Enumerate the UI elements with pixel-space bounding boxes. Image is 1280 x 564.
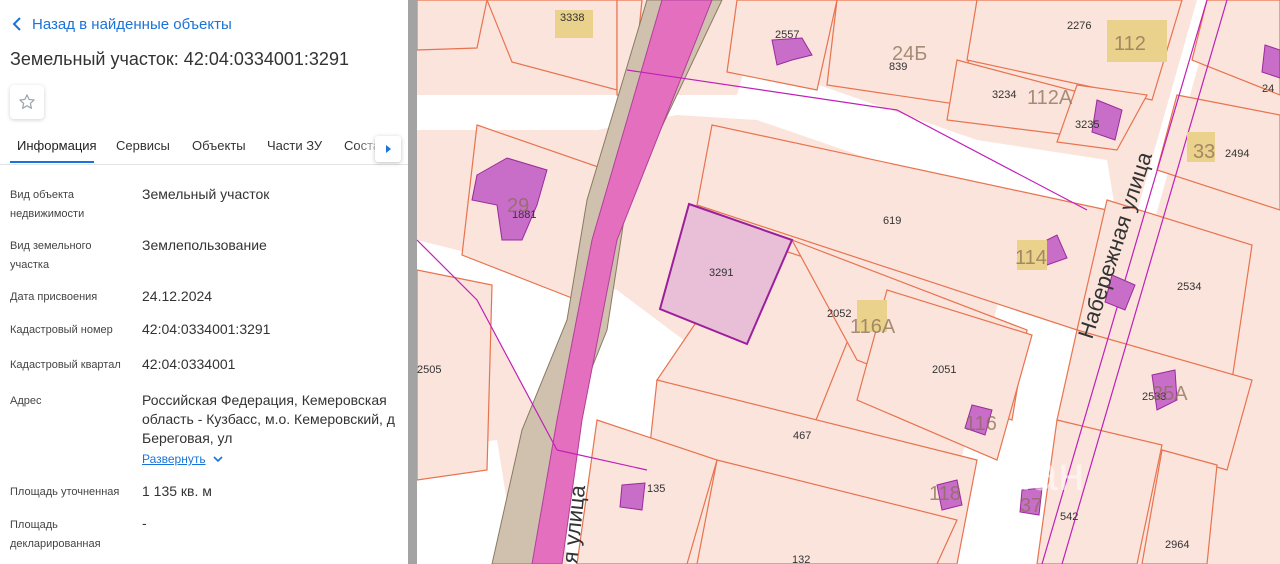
cadastral-map[interactable]: Набережная улица я улица циан 3338 2557 … bbox=[417, 0, 1280, 564]
house-number: 114 bbox=[1015, 247, 1047, 269]
land-type-label: Вид земельного участка bbox=[10, 240, 92, 271]
house-number: 24Б bbox=[892, 43, 927, 65]
tab-objects[interactable]: Объекты bbox=[192, 138, 246, 153]
parcel-label: 619 bbox=[883, 215, 901, 227]
address-label: Адрес bbox=[10, 395, 42, 407]
cad-number-label: Кадастровый номер bbox=[10, 324, 113, 336]
parcel-label: 3234 bbox=[992, 89, 1016, 101]
house-number: 29 bbox=[507, 195, 529, 217]
tab-info[interactable]: Информация bbox=[17, 138, 97, 153]
area-specified-label: Площадь уточненная bbox=[10, 486, 120, 498]
active-tab-indicator bbox=[10, 161, 94, 163]
parcel-label: 132 bbox=[792, 554, 810, 564]
tab-services[interactable]: Сервисы bbox=[116, 138, 170, 153]
parcel-label: 2505 bbox=[417, 364, 441, 376]
address-value: Российская Федерация, Кемеровская област… bbox=[142, 392, 395, 446]
house-number: 116А bbox=[850, 316, 896, 338]
object-type-value: Земельный участок bbox=[142, 186, 270, 202]
parcel-label: 2494 bbox=[1225, 148, 1249, 160]
parcel-label: 2276 bbox=[1067, 20, 1091, 32]
area-specified-value: 1 135 кв. м bbox=[142, 483, 212, 499]
date-value: 24.12.2024 bbox=[142, 288, 213, 304]
parcel-label: 2964 bbox=[1165, 539, 1189, 551]
object-type-label: Вид объекта недвижимости bbox=[10, 189, 85, 220]
house-number: 116 bbox=[965, 413, 997, 435]
chevron-left-icon bbox=[12, 17, 21, 31]
watermark: циан bbox=[977, 448, 1085, 501]
parcel-label: 24 bbox=[1262, 83, 1274, 95]
house-number: 37 bbox=[1020, 495, 1042, 517]
house-number: 118 bbox=[929, 483, 961, 505]
house-number: 112 bbox=[1114, 33, 1146, 55]
parcel-label: 3291 bbox=[709, 267, 733, 279]
favorite-button[interactable] bbox=[10, 85, 44, 119]
parcel-label: 467 bbox=[793, 430, 811, 442]
house-number: 112А bbox=[1027, 87, 1073, 109]
parcel-label: 542 bbox=[1060, 511, 1078, 523]
tab-bar: Информация Сервисы Объекты Части ЗУ Сост… bbox=[0, 132, 408, 165]
star-icon bbox=[19, 94, 35, 109]
page-title: Земельный участок: 42:04:0334001:3291 bbox=[10, 49, 349, 69]
tabs-scroll-right-button[interactable] bbox=[375, 136, 401, 162]
tab-parts[interactable]: Части ЗУ bbox=[267, 138, 322, 153]
area-declared-label: Площадь декларированная bbox=[10, 519, 101, 550]
expand-label: Развернуть bbox=[142, 452, 206, 466]
parcel-label: 2557 bbox=[775, 29, 799, 41]
back-link-label: Назад в найденные объекты bbox=[32, 15, 232, 33]
map-canvas[interactable]: Набережная улица я улица циан 3338 2557 … bbox=[417, 0, 1280, 564]
cad-number-value: 42:04:0334001:3291 bbox=[142, 321, 271, 337]
cad-quarter-value: 42:04:0334001 bbox=[142, 356, 236, 372]
caret-right-icon bbox=[386, 145, 391, 153]
area-declared-value: - bbox=[142, 515, 147, 531]
expand-address-link[interactable]: Развернуть bbox=[142, 452, 224, 466]
parcel-label: 3338 bbox=[560, 12, 584, 24]
parcel-label: 2052 bbox=[827, 308, 851, 320]
parcel-label: 2534 bbox=[1177, 281, 1201, 293]
back-link[interactable]: Назад в найденные объекты bbox=[12, 14, 232, 34]
panel-resize-handle[interactable] bbox=[408, 0, 417, 564]
cad-quarter-label: Кадастровый квартал bbox=[10, 359, 121, 371]
land-type-value: Землепользование bbox=[142, 237, 267, 253]
date-label: Дата присвоения bbox=[10, 291, 98, 303]
house-number: 33 bbox=[1193, 141, 1215, 163]
chevron-down-icon bbox=[213, 456, 223, 463]
parcel-label: 135 bbox=[647, 483, 665, 495]
parcel-label: 3235 bbox=[1075, 119, 1099, 131]
parcel-label: 2051 bbox=[932, 364, 956, 376]
info-panel: Назад в найденные объекты Земельный учас… bbox=[0, 0, 408, 564]
house-number: 35А bbox=[1152, 383, 1188, 405]
